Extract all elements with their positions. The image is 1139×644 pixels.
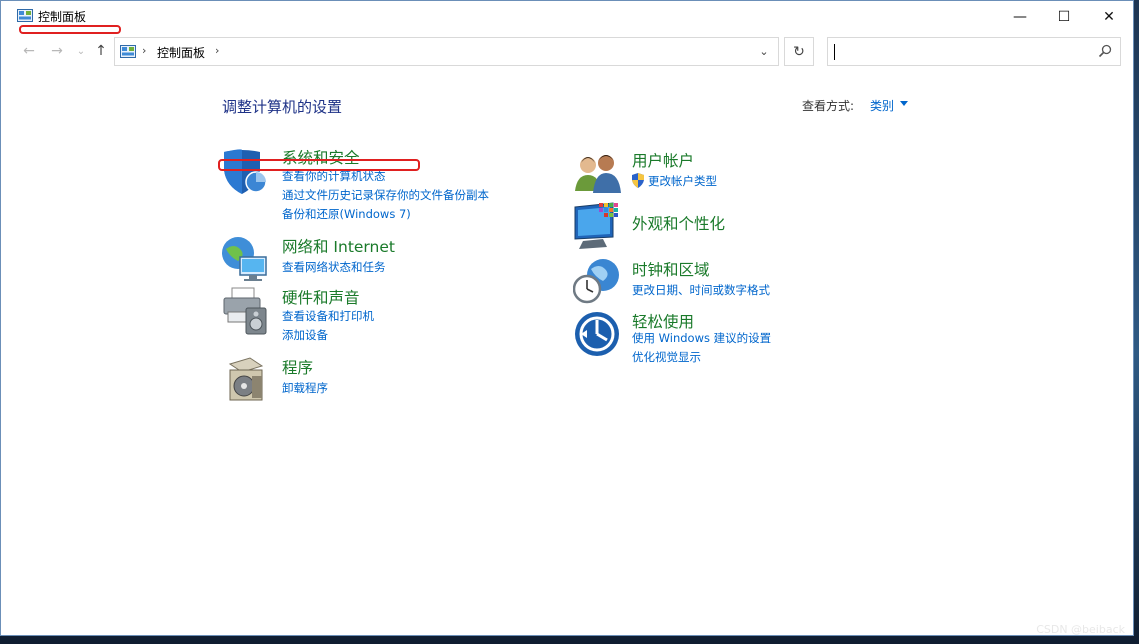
dropdown-arrow-icon[interactable]	[900, 101, 908, 106]
link-devices-printers[interactable]: 查看设备和打印机	[282, 308, 374, 324]
shield-icon[interactable]	[220, 146, 270, 196]
network-globe-icon[interactable]	[220, 235, 270, 285]
category-title[interactable]: 时钟和区域	[632, 258, 710, 280]
control-panel-icon	[120, 45, 136, 58]
page-heading: 调整计算机的设置	[222, 98, 343, 116]
category-title[interactable]: 网络和 Internet	[282, 235, 395, 257]
view-by-label: 查看方式:	[802, 99, 855, 113]
users-icon[interactable]	[573, 149, 623, 199]
navigation-bar: ← → ⌄ ↑ › 控制面板 › ⌄ ↻	[1, 32, 1133, 72]
refresh-button[interactable]: ↻	[784, 37, 814, 66]
category-title[interactable]: 用户帐户	[632, 149, 694, 171]
category-title[interactable]: 硬件和声音	[282, 286, 360, 308]
control-panel-window: 控制面板 — ☐ ✕ ← → ⌄ ↑ › 控制面板 › ⌄ ↻ 调整计算机的设置…	[0, 0, 1134, 636]
link-windows-recommended-settings[interactable]: 使用 Windows 建议的设置	[632, 330, 771, 346]
category-title[interactable]: 外观和个性化	[632, 212, 725, 234]
link-change-account-type[interactable]: 更改帐户类型	[648, 173, 717, 189]
maximize-button[interactable]: ☐	[1041, 1, 1087, 32]
recent-locations-button[interactable]: ⌄	[72, 42, 90, 60]
programs-disc-icon[interactable]	[220, 356, 270, 406]
breadcrumb-control-panel[interactable]: 控制面板	[157, 44, 205, 61]
window-title: 控制面板	[38, 10, 87, 24]
ease-of-access-icon[interactable]	[573, 310, 623, 360]
search-input[interactable]	[832, 41, 1086, 63]
category-title[interactable]: 轻松使用	[632, 310, 694, 332]
link-file-history-backup[interactable]: 通过文件历史记录保存你的文件备份副本	[282, 187, 489, 203]
printer-icon[interactable]	[220, 286, 270, 336]
link-add-device[interactable]: 添加设备	[282, 327, 328, 343]
link-change-date-time-format[interactable]: 更改日期、时间或数字格式	[632, 282, 770, 298]
breadcrumb-separator[interactable]: ›	[142, 44, 146, 57]
close-button[interactable]: ✕	[1086, 1, 1132, 32]
minimize-button[interactable]: —	[997, 1, 1043, 32]
clock-globe-icon[interactable]	[573, 257, 623, 307]
link-optimize-visual-display[interactable]: 优化视觉显示	[632, 349, 701, 365]
watermark: CSDN @beiback	[1036, 623, 1125, 636]
breadcrumb-separator[interactable]: ›	[215, 44, 219, 57]
link-network-status[interactable]: 查看网络状态和任务	[282, 259, 386, 275]
search-icon[interactable]	[1098, 44, 1112, 58]
search-box[interactable]	[827, 37, 1121, 66]
control-panel-icon	[17, 9, 33, 22]
view-by-dropdown[interactable]: 类别	[870, 97, 894, 114]
link-backup-restore[interactable]: 备份和还原(Windows 7)	[282, 206, 411, 222]
title-bar[interactable]: 控制面板 — ☐ ✕	[1, 1, 1133, 32]
uac-shield-icon	[632, 173, 644, 188]
back-button[interactable]: ←	[20, 42, 38, 60]
appearance-monitor-icon[interactable]	[573, 201, 623, 251]
forward-button[interactable]: →	[48, 42, 66, 60]
address-bar[interactable]: › 控制面板 › ⌄	[114, 37, 779, 66]
up-button[interactable]: ↑	[92, 42, 110, 60]
category-title[interactable]: 程序	[282, 356, 313, 378]
security-annotation	[218, 159, 420, 171]
address-dropdown-button[interactable]: ⌄	[750, 38, 778, 65]
link-uninstall-program[interactable]: 卸载程序	[282, 380, 328, 396]
